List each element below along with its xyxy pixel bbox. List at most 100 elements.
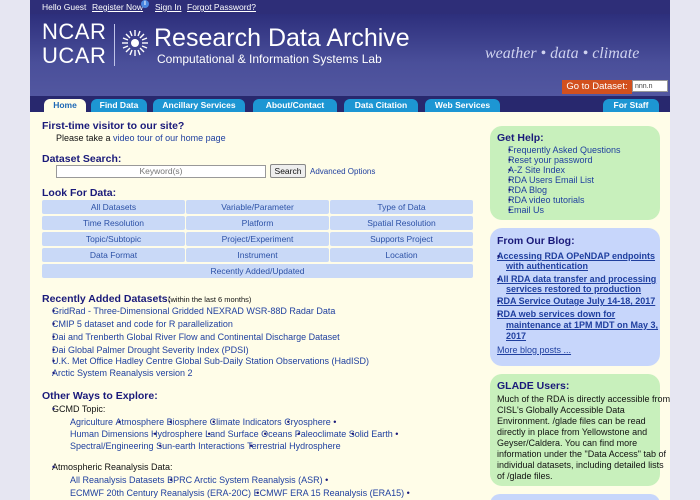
look-spatial-resolution[interactable]: Spatial Resolution	[330, 216, 473, 230]
gcmd-link[interactable]: Human Dimensions	[70, 429, 149, 439]
glade-line: Much of the RDA is directly accessible f…	[497, 394, 670, 404]
glade-line: directly in place from Yellowstone and	[497, 427, 648, 437]
register-link[interactable]: Register Now	[92, 0, 143, 14]
bullet: •	[247, 441, 256, 451]
gcmd-link[interactable]: Spectral/Engineering	[70, 441, 154, 451]
gcmd-link[interactable]: Terrestrial Hydrosphere	[247, 441, 341, 451]
blog-link-cont[interactable]: maintenance at 1PM MDT on May 3,	[506, 320, 658, 330]
gcmd-link[interactable]: Sun-earth Interactions	[156, 441, 245, 451]
tab-about-contact[interactable]: About/Contact	[253, 99, 337, 112]
glade-line: CISL's Globally Accessible Data	[497, 405, 625, 415]
glade-line: Environment. /glade files can be read	[497, 416, 646, 426]
blog-link-cont[interactable]: with authentication	[506, 261, 588, 271]
get-help-heading: Get Help:	[497, 132, 544, 144]
blog-link[interactable]: RDA web services down for	[497, 309, 615, 319]
list-item: • RDA web services down for maintenance …	[497, 309, 658, 342]
bullet: •	[497, 296, 501, 306]
reanalysis-link[interactable]: All Reanalysis Datasets	[70, 475, 165, 485]
divider	[114, 24, 115, 66]
advanced-options-link[interactable]: Advanced Options	[310, 167, 375, 176]
reanalysis-link[interactable]: ECMWF 20th Century Reanalysis (ERA-20C)	[70, 488, 251, 498]
help-link[interactable]: Reset your password	[508, 155, 593, 165]
banner: NCAR UCAR Research Data Archive Computat…	[30, 14, 670, 96]
help-link[interactable]: RDA Users Email List	[508, 175, 594, 185]
recent-link[interactable]: U.K. Met Office Hadley Centre Global Sub…	[52, 356, 369, 366]
help-link[interactable]: Frequently Asked Questions	[508, 145, 621, 155]
sign-in-link[interactable]: Sign In	[155, 0, 181, 14]
bullet: •	[508, 185, 512, 195]
tab-ancillary-services[interactable]: Ancillary Services	[153, 99, 245, 112]
recent-link[interactable]: CMIP 5 dataset and code for R paralleliz…	[52, 319, 233, 329]
look-supports-project[interactable]: Supports Project	[330, 232, 473, 246]
look-recently-added[interactable]: Recently Added/Updated	[42, 264, 473, 278]
look-platform[interactable]: Platform	[186, 216, 329, 230]
recent-link[interactable]: Dai Global Palmer Drought Severity Index…	[52, 345, 249, 355]
help-link[interactable]: Email Us	[508, 205, 544, 215]
ncar-logo[interactable]: NCAR	[42, 20, 106, 44]
top-bar: Hello Guest Register Now i Sign In Forgo…	[30, 0, 670, 14]
recent-link[interactable]: Arctic System Reanalysis version 2	[52, 368, 193, 378]
blog-link-cont[interactable]: services restored to production	[506, 284, 641, 294]
atmos-row-2: ECMWF 20th Century Reanalysis (ERA-20C) …	[70, 488, 410, 498]
bullet: •	[209, 417, 218, 427]
forgot-password-link[interactable]: Forgot Password?	[187, 0, 256, 14]
first-time-heading: First-time visitor to our site?	[42, 120, 185, 132]
info-icon[interactable]: i	[141, 0, 149, 8]
bullet: •	[508, 175, 512, 185]
gcmd-link[interactable]: Climate Indicators	[210, 417, 282, 427]
glade-line: information under the "Data Access" tab …	[497, 449, 666, 459]
help-link[interactable]: A-Z Site Index	[508, 165, 565, 175]
atmos-row-1: All Reanalysis Datasets • BPRC Arctic Sy…	[70, 475, 328, 485]
list-item: • U.K. Met Office Hadley Centre Global S…	[52, 356, 369, 366]
look-type-of-data[interactable]: Type of Data	[330, 200, 473, 214]
reanalysis-link[interactable]: BPRC Arctic System Reanalysis (ASR)	[167, 475, 323, 485]
look-instrument[interactable]: Instrument	[186, 248, 329, 262]
site-title[interactable]: Research Data Archive	[154, 24, 410, 52]
keyword-input[interactable]: Keyword(s)	[56, 165, 266, 178]
look-topic-subtopic[interactable]: Topic/Subtopic	[42, 232, 185, 246]
bullet: •	[261, 429, 270, 439]
help-link[interactable]: RDA video tutorials	[508, 195, 585, 205]
bullet: •	[156, 441, 165, 451]
reanalysis-link[interactable]: ECMWF ERA 15 Reanalysis (ERA15)	[254, 488, 405, 498]
gcmd-link[interactable]: Agriculture	[70, 417, 113, 427]
bullet: •	[115, 417, 124, 427]
list-item: • Accessing RDA OPeNDAP endpoints with a…	[497, 251, 655, 271]
search-button[interactable]: Search	[270, 164, 306, 178]
tab-web-services[interactable]: Web Services	[425, 99, 500, 112]
bullet: •	[508, 205, 512, 215]
look-project-experiment[interactable]: Project/Experiment	[186, 232, 329, 246]
bullet: •	[151, 429, 160, 439]
bullet: •	[52, 368, 56, 378]
bullet: •	[508, 145, 512, 155]
tab-find-data[interactable]: Find Data	[91, 99, 147, 112]
look-time-resolution[interactable]: Time Resolution	[42, 216, 185, 230]
more-blog-posts-link[interactable]: More blog posts ...	[497, 345, 571, 355]
list-item: • A-Z Site Index	[508, 165, 565, 175]
ucar-logo[interactable]: UCAR	[42, 44, 106, 68]
bullet: •	[330, 417, 337, 427]
next-box	[490, 494, 660, 500]
blog-link[interactable]: Accessing RDA OPeNDAP endpoints	[497, 251, 655, 261]
recent-link[interactable]: Dai and Trenberth Global River Flow and …	[52, 332, 340, 342]
glade-line: of /glade files.	[497, 471, 553, 481]
look-all-datasets[interactable]: All Datasets	[42, 200, 185, 214]
help-link[interactable]: RDA Blog	[508, 185, 547, 195]
go-to-dataset-input[interactable]: nnn.n	[632, 80, 668, 92]
tab-data-citation[interactable]: Data Citation	[344, 99, 418, 112]
glade-heading: GLADE Users:	[497, 380, 570, 392]
look-location[interactable]: Location	[330, 248, 473, 262]
bullet: •	[52, 306, 56, 316]
recent-link[interactable]: GridRad - Three-Dimensional Gridded NEXR…	[52, 306, 335, 316]
tab-home[interactable]: Home	[44, 99, 86, 112]
look-variable-parameter[interactable]: Variable/Parameter	[186, 200, 329, 214]
look-data-format[interactable]: Data Format	[42, 248, 185, 262]
tab-for-staff[interactable]: For Staff	[603, 99, 659, 112]
blog-link[interactable]: RDA Service Outage July 14-18, 2017	[497, 296, 655, 306]
bullet: •	[404, 488, 410, 498]
blog-link-cont[interactable]: 2017	[506, 331, 526, 341]
list-item: • All RDA data transfer and processing s…	[497, 274, 656, 294]
blog-link[interactable]: All RDA data transfer and processing	[497, 274, 656, 284]
video-tour-link[interactable]: video tour of our home page	[113, 133, 226, 143]
greeting-text: Hello Guest	[42, 2, 87, 12]
